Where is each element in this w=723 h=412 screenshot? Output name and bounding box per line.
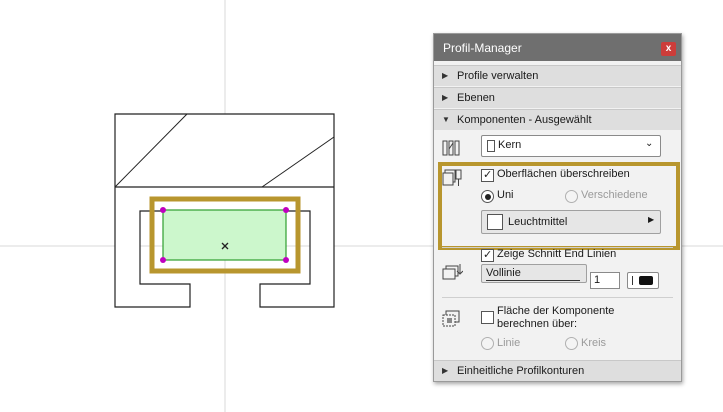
radio-different-label: Verschiedene bbox=[581, 189, 648, 201]
component-dropdown[interactable]: Kern ⌄ bbox=[481, 135, 661, 157]
chevron-down-icon: ▼ bbox=[442, 115, 450, 124]
chevron-right-icon: ▶ bbox=[442, 366, 449, 375]
profile-manager-palette: Profil-Manager x ▶ Profile verwalten ▶ E… bbox=[433, 33, 682, 382]
components-icon bbox=[442, 140, 460, 156]
radio-uni[interactable] bbox=[481, 190, 494, 203]
override-surfaces-checkbox[interactable]: ✓ bbox=[481, 169, 494, 182]
line-preview bbox=[486, 280, 580, 281]
surface-material-picker[interactable]: Leuchtmittel ▶ bbox=[481, 210, 661, 234]
hotspot[interactable] bbox=[283, 257, 289, 263]
component-dropdown-value: Kern bbox=[498, 139, 522, 151]
end-lines-label: Zeige Schnitt End Linien bbox=[497, 248, 617, 260]
section-components-label: Komponenten - Ausgewählt bbox=[457, 114, 592, 126]
divider bbox=[442, 297, 673, 298]
palette-titlebar[interactable]: Profil-Manager x bbox=[434, 34, 681, 61]
area-calc-checkbox[interactable] bbox=[481, 311, 494, 324]
end-lines-checkbox[interactable]: ✓ bbox=[481, 249, 494, 262]
line-type-value: Vollinie bbox=[486, 267, 521, 279]
palette-title: Profil-Manager bbox=[443, 41, 522, 55]
section-profiles[interactable]: ▶ Profile verwalten bbox=[434, 65, 681, 86]
radio-line-label: Linie bbox=[497, 337, 521, 349]
section-layers[interactable]: ▶ Ebenen bbox=[434, 87, 681, 108]
radio-line[interactable] bbox=[481, 337, 494, 350]
section-contours[interactable]: ▶ Einheitliche Profilkonturen bbox=[434, 360, 681, 381]
chevron-right-icon: ▶ bbox=[648, 215, 655, 224]
radio-different[interactable] bbox=[565, 190, 578, 203]
override-surfaces-label: Oberflächen überschreiben bbox=[497, 168, 630, 180]
end-lines-icon bbox=[442, 264, 463, 280]
section-layers-label: Ebenen bbox=[457, 92, 495, 104]
surface-material-value: Leuchtmittel bbox=[508, 216, 568, 228]
section-profiles-label: Profile verwalten bbox=[457, 70, 539, 82]
hotspot[interactable] bbox=[283, 207, 289, 213]
surface-override-icon bbox=[442, 169, 462, 186]
radio-uni-label: Uni bbox=[497, 189, 514, 201]
hotspot[interactable] bbox=[160, 257, 166, 263]
radio-circle[interactable] bbox=[565, 337, 578, 350]
area-calc-label-line2: berechnen über: bbox=[497, 318, 578, 330]
pen-number-value: 1 bbox=[594, 274, 601, 286]
section-components[interactable]: ▼ Komponenten - Ausgewählt bbox=[434, 109, 681, 130]
chevron-down-icon: ⌄ bbox=[645, 138, 654, 149]
area-calc-icon bbox=[442, 310, 460, 327]
pen-color-swatch bbox=[639, 276, 653, 285]
radio-circle-label: Kreis bbox=[581, 337, 607, 349]
area-calc-label-line1: Fläche der Komponente bbox=[497, 305, 615, 317]
chevron-right-icon: ▶ bbox=[442, 93, 449, 102]
pen-color-picker[interactable] bbox=[627, 272, 659, 289]
selected-component[interactable] bbox=[162, 209, 287, 261]
section-contours-label: Einheitliche Profilkonturen bbox=[457, 365, 585, 377]
close-button[interactable]: x bbox=[661, 42, 676, 56]
component-swatch-icon bbox=[487, 140, 495, 152]
hotspot[interactable] bbox=[160, 207, 166, 213]
pen-indicator bbox=[632, 276, 633, 285]
line-type-dropdown[interactable]: Vollinie bbox=[481, 264, 587, 283]
pen-number-input[interactable]: 1 bbox=[590, 272, 620, 289]
material-swatch-icon bbox=[487, 214, 503, 230]
chevron-right-icon: ▶ bbox=[442, 71, 449, 80]
